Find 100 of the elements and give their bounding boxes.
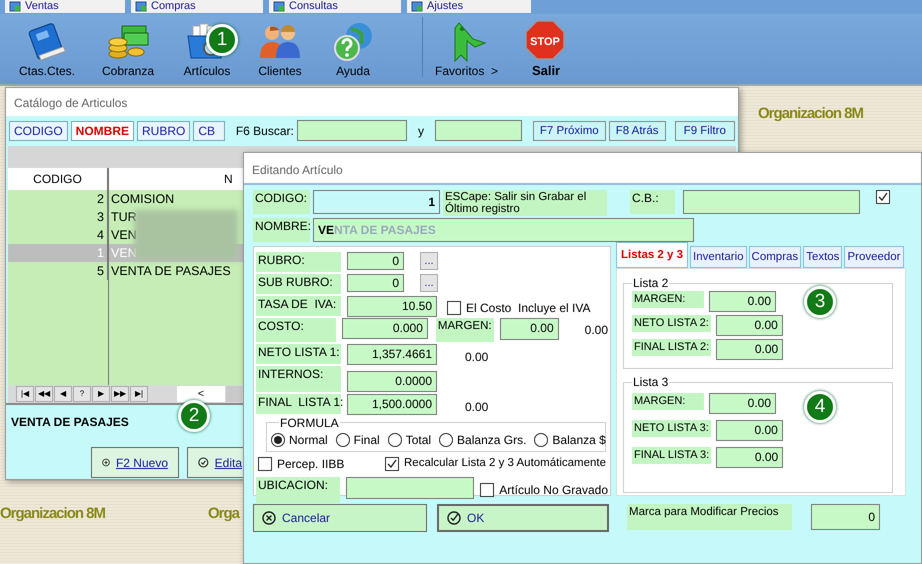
checkbox-label: Percep. IIBB [277, 456, 344, 473]
column-header: CODIGO [8, 168, 108, 190]
table-cell: 2 [97, 192, 104, 206]
check-icon [447, 511, 461, 525]
checkbox[interactable] [258, 457, 272, 471]
radio-button[interactable] [271, 433, 285, 447]
radio-label: Balanza $ [552, 432, 606, 449]
search-field[interactable] [296, 120, 407, 141]
toolbar-button[interactable]: STOP Salir [524, 18, 568, 80]
navigation-button[interactable]: ◀ [54, 386, 72, 402]
field-label: TASA DE IVA: [256, 296, 341, 316]
menu-tab[interactable]: Consultas [269, 0, 401, 13]
toolbar-button[interactable]: Artículos 1 [176, 20, 238, 80]
radio-button[interactable] [534, 433, 548, 447]
tab[interactable]: Proveedor [844, 246, 904, 268]
field-label: MARGEN: [632, 291, 704, 308]
scroll-thumb[interactable] [226, 386, 242, 402]
group-title: Lista 2 [632, 276, 670, 290]
checkbox[interactable] [385, 457, 399, 471]
input-field[interactable] [683, 190, 860, 214]
window-title: Editando Artículo [244, 153, 921, 183]
hint-text: ESCape: Salir sin Grabar el Óltimo registro [443, 190, 607, 216]
radio-button[interactable] [439, 433, 454, 447]
field-label: NETO LISTA 2: [632, 315, 711, 332]
function-button[interactable]: F7 Próximo [532, 120, 606, 140]
toolbar-button[interactable]: Favoritos > [435, 20, 498, 80]
input-field[interactable]: 1 [313, 190, 440, 214]
navigation-button[interactable]: ▶| [130, 386, 148, 402]
input-field[interactable]: 0.00 [716, 339, 784, 360]
menu-tab[interactable]: Ajustes [407, 0, 531, 13]
sort-tab[interactable]: CODIGO [9, 120, 68, 140]
input-field[interactable]: 0 [811, 504, 880, 530]
checkbox[interactable] [876, 190, 890, 204]
tab[interactable]: Listas 2 y 3 [616, 242, 688, 268]
input-field[interactable]: 1,500.0000 [347, 394, 437, 415]
sort-tab[interactable]: RUBRO [137, 120, 190, 140]
toolbar-button[interactable]: Clientes [250, 20, 310, 80]
input-field[interactable]: 0.00 [500, 318, 559, 340]
scroll-arrow-button[interactable]: < [177, 386, 225, 402]
dialog-button[interactable]: Cancelar [253, 504, 427, 532]
lookup-button[interactable]: ... [420, 252, 438, 270]
field-label: FINAL LISTA 2: [632, 339, 712, 356]
menu-tab[interactable]: Ventas [5, 0, 125, 13]
menu-icon [9, 1, 21, 12]
value-text: 0.00 [584, 322, 608, 339]
dialog-button[interactable]: OK [437, 504, 609, 532]
tab[interactable]: Textos [803, 246, 842, 268]
search-label: F6 Buscar: [236, 122, 294, 140]
checkbox[interactable] [480, 483, 494, 497]
check-icon [198, 456, 209, 469]
group-title: Lista 3 [632, 375, 670, 389]
action-button[interactable]: F2 Nuevo [91, 447, 179, 478]
navigation-button[interactable]: |◀ [16, 386, 34, 402]
function-button[interactable]: F9 Filtro [674, 120, 735, 140]
help-icon [331, 20, 375, 62]
toolbar-button[interactable]: Ctas.Ctes. [14, 20, 80, 80]
input-field[interactable]: 1,357.4661 [347, 344, 437, 365]
input-field[interactable]: VENTA DE PASAJES [313, 218, 694, 242]
input-field[interactable]: 0.00 [716, 315, 783, 336]
table-cell: 5 [97, 264, 104, 278]
sort-tab[interactable]: CB [193, 120, 225, 140]
navigation-button[interactable]: ? [73, 386, 91, 402]
table-cell: VEN [111, 246, 137, 260]
input-field[interactable]: 0.00 [709, 291, 776, 312]
radio-label: Total [406, 432, 432, 449]
input-field[interactable]: 10.50 [347, 296, 437, 317]
input-field[interactable]: 0.000 [342, 318, 428, 339]
lookup-button[interactable]: ... [420, 274, 438, 292]
input-field[interactable]: 0.00 [716, 420, 783, 441]
desktop-label: Organizacion 8M [758, 104, 864, 124]
input-field[interactable]: 0.00 [709, 393, 776, 414]
joiner-label: y [418, 122, 424, 140]
input-field[interactable]: 0 [347, 274, 404, 292]
radio-button[interactable] [336, 433, 350, 447]
tab[interactable]: Inventario [690, 246, 747, 268]
field-label: CODIGO: [253, 190, 310, 214]
field-label: FINAL LISTA 3: [632, 447, 712, 464]
input-field[interactable]: 0.00 [716, 447, 784, 468]
input-field[interactable]: 0 [347, 252, 404, 270]
toolbar-button[interactable]: Cobranza [92, 20, 164, 80]
toolbar-button[interactable]: Ayuda [322, 20, 384, 80]
group-title: FORMULA [279, 416, 340, 430]
input-field[interactable]: 0.0000 [347, 371, 437, 392]
search-field[interactable] [434, 120, 522, 141]
checkbox-label: El Costo Incluye el IVA [466, 300, 590, 317]
field-label: NETO LISTA 1: [256, 344, 341, 364]
field-label: NOMBRE: [253, 218, 310, 242]
function-button[interactable]: F8 Atrás [608, 120, 666, 140]
callout-badge: 4 [804, 391, 836, 423]
radio-button[interactable] [388, 433, 402, 447]
tab[interactable]: Compras [748, 246, 802, 268]
navigation-button[interactable]: ▶ [92, 386, 110, 402]
navigation-button[interactable]: ▶▶ [111, 386, 129, 402]
field-label: MARGEN: [632, 393, 704, 410]
navigation-button[interactable]: ◀◀ [35, 386, 53, 402]
menu-tab[interactable]: Compras [131, 0, 263, 13]
input-field[interactable] [346, 477, 474, 499]
checkbox[interactable] [447, 301, 461, 315]
field-label: RUBRO: [256, 252, 341, 272]
sort-tab[interactable]: NOMBRE [70, 120, 134, 140]
